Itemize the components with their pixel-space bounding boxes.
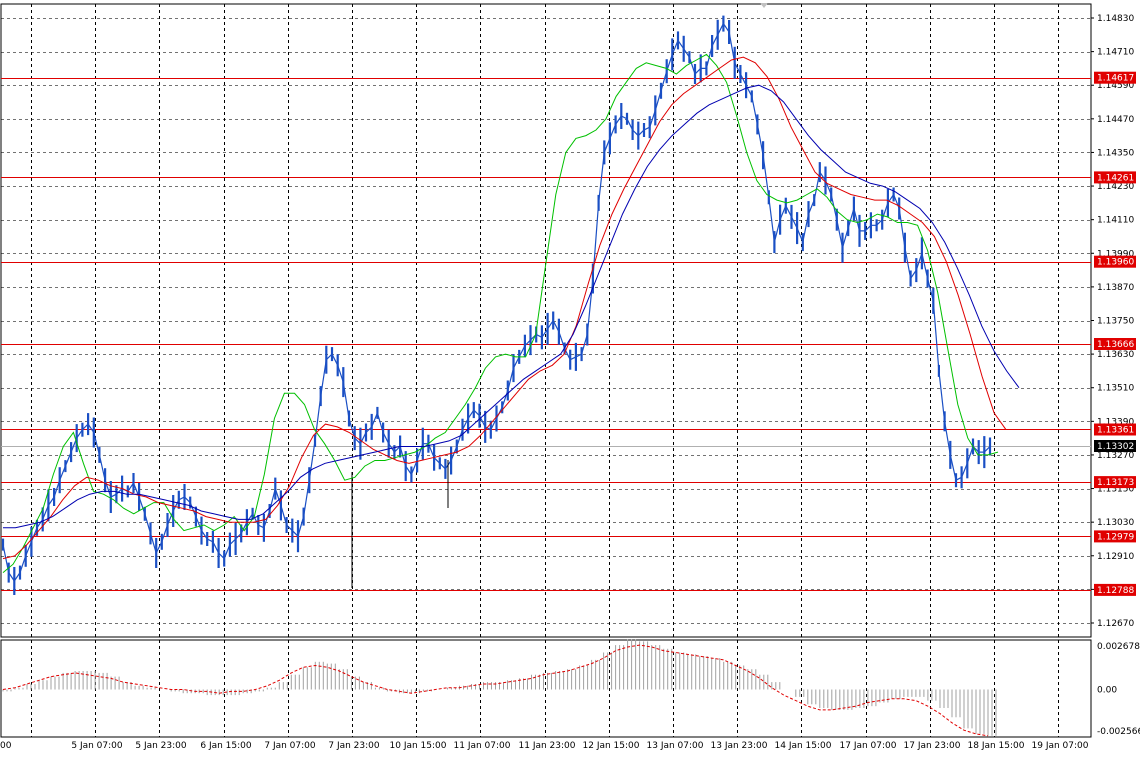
level-label: 1.12788	[1097, 586, 1134, 596]
time-axis: 00 5 Jan 07:00 5 Jan 23:00 6 Jan 15:00 7 Jan…	[0, 741, 1089, 751]
vertical-grid	[1, 4, 1091, 737]
x-tick-label: 10 Jan 15:00	[390, 741, 447, 751]
x-tick-label: 5 Jan 23:00	[135, 741, 187, 751]
level-label: 1.14617	[1097, 74, 1134, 84]
y-tick-label: 1.13270	[1097, 451, 1134, 461]
oscillator-tick-label: 0.002678	[1097, 642, 1140, 652]
shift-marker-icon	[760, 3, 768, 8]
fast-ma-line	[2, 53, 999, 573]
x-tick-label: 7 Jan 23:00	[328, 741, 380, 751]
level-label: 1.13173	[1097, 478, 1134, 488]
x-tick-label: 00	[0, 741, 12, 751]
x-tick-label: 13 Jan 23:00	[711, 741, 768, 751]
y-tick-label: 1.14230	[1097, 182, 1134, 192]
level-label: 1.13960	[1097, 258, 1134, 268]
y-tick-label: 1.12910	[1097, 552, 1134, 562]
oscillator-tick-label: -0.002566	[1097, 727, 1140, 737]
price-panel-border	[0, 3, 1092, 638]
x-tick-label: 11 Jan 23:00	[519, 741, 576, 751]
x-tick-label: 17 Jan 23:00	[904, 741, 961, 751]
y-tick-label: 1.14110	[1097, 216, 1134, 226]
oscillator-panel: 0.002678 0.00 -0.002566	[2, 639, 1140, 737]
y-tick-label: 1.13630	[1097, 350, 1134, 360]
current-price-label: 1.13302	[1097, 442, 1134, 452]
level-label: 1.13666	[1097, 340, 1134, 350]
x-tick-label: 7 Jan 07:00	[264, 741, 316, 751]
x-tick-label: 11 Jan 07:00	[454, 741, 511, 751]
x-tick-label: 17 Jan 07:00	[840, 741, 897, 751]
x-tick-label: 14 Jan 15:00	[775, 741, 832, 751]
x-tick-label: 19 Jan 07:00	[1032, 741, 1089, 751]
mid-ma-line	[2, 56, 1007, 560]
price-line	[2, 22, 991, 583]
x-tick-label: 13 Jan 07:00	[647, 741, 704, 751]
y-tick-label: 1.14470	[1097, 115, 1134, 125]
y-tick-label: 1.13030	[1097, 518, 1134, 528]
level-label: 1.14261	[1097, 173, 1134, 183]
y-tick-label: 1.13510	[1097, 384, 1134, 394]
y-tick-label: 1.13870	[1097, 283, 1134, 293]
level-label: 1.12979	[1097, 532, 1134, 542]
forex-chart: 1.148301.147101.145901.144701.143501.142…	[0, 3, 1140, 751]
price-series	[1, 15, 992, 595]
y-tick-label: 1.13750	[1097, 317, 1134, 327]
oscillator-tick-label: 0.00	[1097, 686, 1117, 696]
y-tick-label: 1.14710	[1097, 48, 1134, 58]
y-tick-label: 1.14830	[1097, 14, 1134, 24]
x-tick-label: 5 Jan 07:00	[71, 741, 123, 751]
level-label: 1.13361	[1097, 426, 1134, 436]
x-tick-label: 12 Jan 15:00	[583, 741, 640, 751]
x-tick-label: 18 Jan 15:00	[968, 741, 1025, 751]
y-tick-label: 1.14350	[1097, 148, 1134, 158]
x-tick-label: 6 Jan 15:00	[200, 741, 252, 751]
y-tick-label: 1.12670	[1097, 619, 1134, 629]
